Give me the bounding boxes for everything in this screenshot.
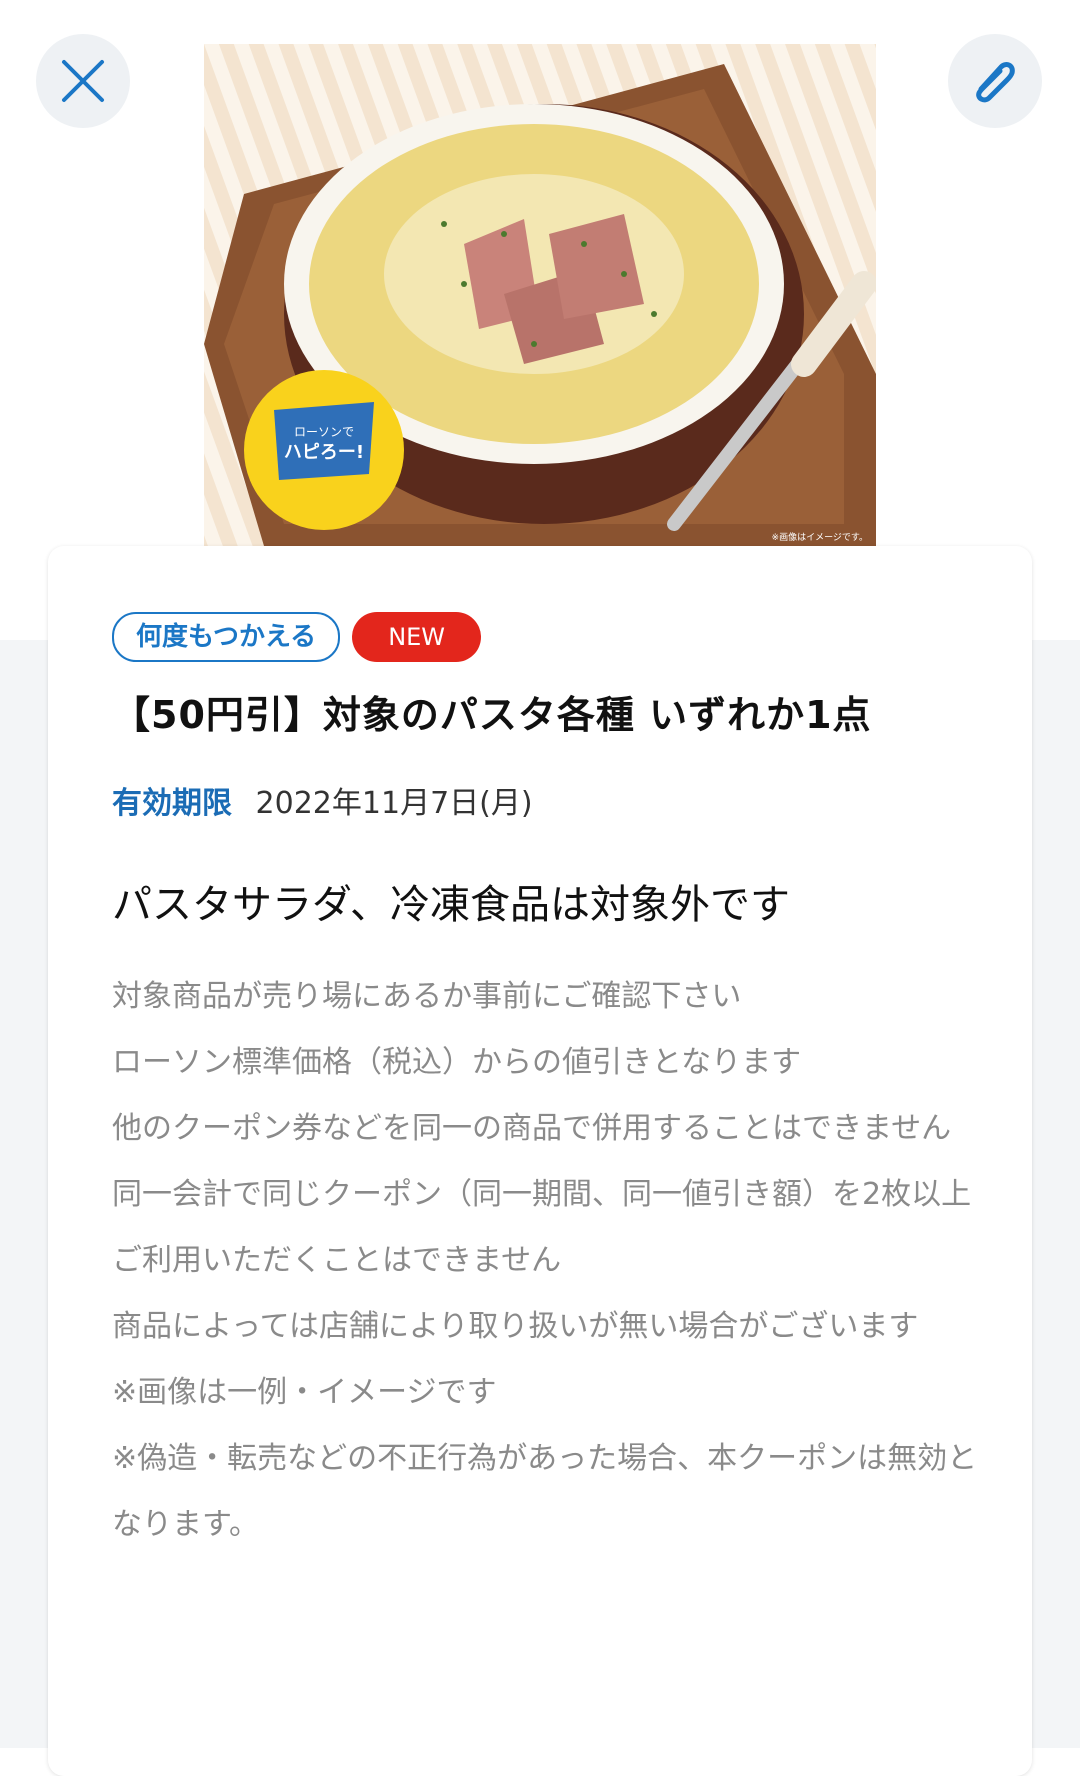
terms-item: ※偽造・転売などの不正行為があった場合、本クーポンは無効となります。: [112, 1441, 978, 1542]
coupon-title: 【50円引】対象のパスタ各種 いずれか1点: [112, 693, 872, 737]
terms-item: 同一会計で同じクーポン（同一期間、同一値引き額）を2枚以上ご利用いただくことはで…: [112, 1177, 972, 1278]
image-caption: ※画像はイメージです。: [772, 531, 868, 543]
terms-item: 対象商品が売り場にあるか事前にご確認下さい: [112, 979, 742, 1014]
product-image: ローソンで ハピろー! ※画像はイメージです。: [204, 44, 876, 546]
validity-row: 有効期限 2022年11月7日(月): [112, 778, 533, 822]
terms-list: 対象商品が売り場にあるか事前にご確認下さい ローソン標準価格（税込）からの値引き…: [112, 964, 992, 1558]
terms-item: 他のクーポン券などを同一の商品で併用することはできません: [112, 1111, 952, 1146]
reusable-badge: 何度もつかえる: [112, 612, 341, 662]
coupon-subtitle: パスタサラダ、冷凍食品は対象外です: [112, 882, 790, 928]
terms-item: 商品によっては店舗により取り扱いが無い場合がございます: [112, 1309, 919, 1344]
badge-row: 何度もつかえる NEW: [112, 612, 482, 662]
attach-button[interactable]: [948, 34, 1042, 128]
logo-text-main: ハピろー!: [284, 442, 364, 463]
logo-text-top: ローソンで: [294, 425, 354, 439]
terms-item: ※画像は一例・イメージです: [112, 1375, 497, 1410]
validity-date: 2022年11月7日(月): [255, 786, 533, 821]
close-button[interactable]: [36, 34, 130, 128]
new-badge: NEW: [352, 612, 482, 662]
validity-label: 有効期限: [112, 786, 232, 821]
paperclip-icon: [976, 62, 1015, 103]
coupon-card: 何度もつかえる NEW 【50円引】対象のパスタ各種 いずれか1点 有効期限 2…: [48, 546, 1032, 1776]
close-icon: [62, 60, 104, 102]
terms-item: ローソン標準価格（税込）からの値引きとなります: [112, 1045, 802, 1080]
